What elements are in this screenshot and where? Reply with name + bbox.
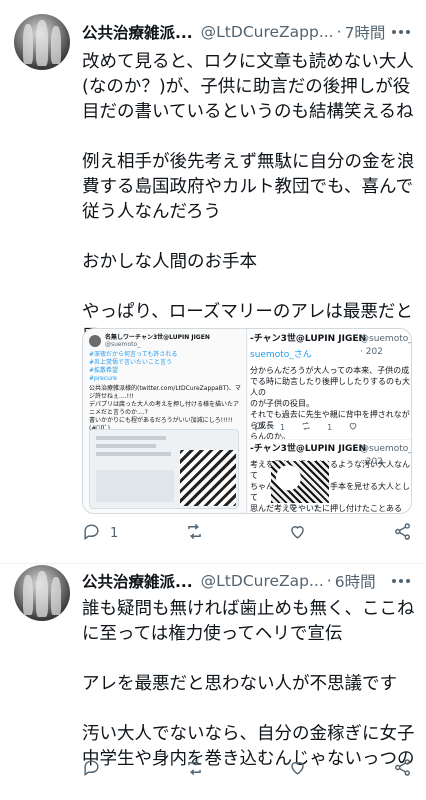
- display-name[interactable]: 公共治療雑派...: [82, 21, 193, 43]
- tweet-text: 誰も疑問も無ければ歯止めも無く、ここねに至っては権力使ってヘリで宣伝 アレを最悪…: [82, 599, 415, 769]
- display-name[interactable]: 公共治療雑派...: [82, 570, 193, 592]
- tweet-header: 公共治療雑派... @LtDCureZapp... · 7時間: [82, 20, 412, 44]
- media-right-post2-name: -チャン3世@LUPIN JIGEN: [250, 444, 367, 454]
- reply-count: 1: [110, 525, 119, 541]
- embedded-quote-box: [96, 470, 174, 502]
- media-post2-actions: 2: [288, 502, 320, 513]
- media-right-post1-mention: suemoto_さん: [250, 350, 312, 360]
- reply-icon: [82, 522, 101, 545]
- tweet[interactable]: 公共治療雑派... @LtDCureZap... · 6時間 誰も疑問も無ければ…: [0, 565, 426, 800]
- embedded-tweet-card: [89, 429, 239, 509]
- media-post1-actions: 1 1: [254, 421, 358, 433]
- share-icon: [393, 522, 412, 545]
- text-line: [96, 452, 171, 456]
- like-icon: [348, 421, 358, 433]
- avatar[interactable]: [14, 565, 70, 621]
- divider: [248, 439, 411, 440]
- media-right-post1-name: -チャン3世@LUPIN JIGEN: [250, 334, 367, 344]
- like-icon: [288, 502, 298, 513]
- user-handle[interactable]: @LtDCureZapp...: [201, 23, 334, 41]
- avatar[interactable]: [14, 14, 70, 70]
- timestamp[interactable]: 6時間: [335, 570, 376, 592]
- reply-icon: [254, 421, 264, 433]
- retweet-button[interactable]: [185, 522, 213, 545]
- share-icon: [393, 758, 412, 781]
- reply-icon: [82, 758, 101, 781]
- like-button[interactable]: [288, 522, 316, 545]
- media-right-post1-handle: @suemoto_ · 202: [360, 334, 412, 357]
- more-icon[interactable]: [390, 570, 412, 592]
- tweet-media-image[interactable]: 名無しワーチャン3世@LUPIN JIGEN @suemoto_ #深夜だから何…: [82, 328, 412, 514]
- share-button[interactable]: [393, 522, 412, 545]
- retweet-icon: [301, 421, 311, 433]
- more-icon[interactable]: [390, 21, 412, 43]
- reply-count: 1: [280, 422, 286, 432]
- media-left-hashtags: #深夜だから何言っても許される #炎上覚悟で言いたいこと言う #拡散希望 #pr…: [89, 351, 178, 382]
- manga-image: [271, 461, 329, 503]
- tweet-actions: [82, 757, 412, 781]
- tweet[interactable]: 公共治療雑派... @LtDCureZapp... · 7時間 改めて見ると、ロ…: [0, 0, 426, 565]
- retweet-count: 1: [327, 422, 333, 432]
- media-left-text: 公共治療雑派様的(twitter.com/LtDCureZappaBT)、マジ許…: [89, 385, 241, 432]
- text-line: [96, 444, 156, 448]
- like-button[interactable]: [288, 758, 316, 781]
- media-left-handle: @suemoto_: [105, 341, 141, 348]
- text-line: [96, 436, 166, 440]
- user-handle[interactable]: @LtDCureZap...: [201, 572, 324, 590]
- like-count: 2: [314, 503, 320, 513]
- avatar: [89, 335, 101, 347]
- like-icon: [288, 758, 307, 781]
- tweet-header: 公共治療雑派... @LtDCureZap... · 6時間: [82, 569, 412, 593]
- retweet-icon: [185, 758, 204, 781]
- tweet-divider: [0, 563, 426, 564]
- retweet-icon: [185, 522, 204, 545]
- manga-image: [180, 450, 236, 506]
- retweet-button[interactable]: [185, 758, 213, 781]
- timestamp[interactable]: 7時間: [345, 21, 386, 43]
- media-left-panel: 名無しワーチャン3世@LUPIN JIGEN @suemoto_ #深夜だから何…: [83, 329, 247, 513]
- separator-dot: ·: [326, 572, 332, 590]
- tweet-actions: 1: [82, 521, 412, 545]
- share-button[interactable]: [393, 758, 412, 781]
- tweet-text: 改めて見ると、ロクに文章も読めない大人(なのか？)が、子供に助言だの後押しが役目…: [82, 52, 415, 347]
- reply-button[interactable]: 1: [82, 522, 118, 545]
- separator-dot: ·: [336, 23, 342, 41]
- reply-button[interactable]: [82, 758, 110, 781]
- like-icon: [288, 522, 307, 545]
